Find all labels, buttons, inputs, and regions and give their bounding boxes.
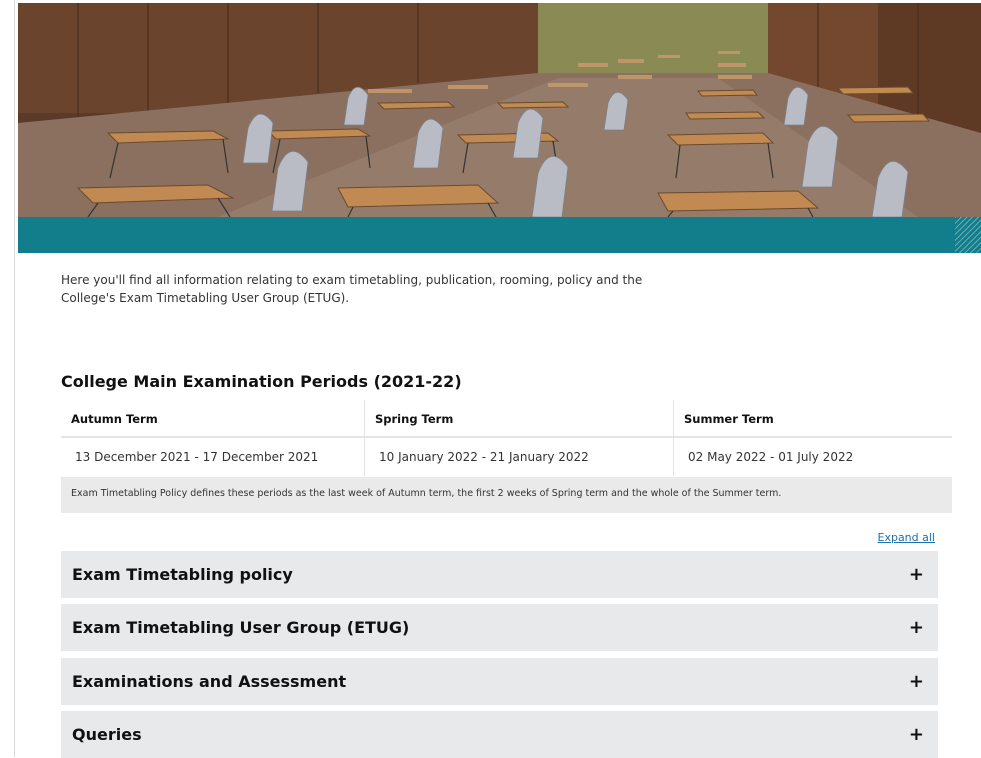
summer-dates: 02 May 2022 - 01 July 2022 [688, 450, 854, 464]
column-header-autumn: Autumn Term [61, 400, 365, 438]
exam-hall-illustration [18, 3, 981, 217]
spring-dates: 10 January 2022 - 21 January 2022 [364, 437, 674, 476]
column-header-summer: Summer Term [673, 400, 952, 438]
page-left-border [14, 0, 15, 757]
plus-icon[interactable]: + [909, 724, 924, 745]
plus-icon[interactable]: + [909, 671, 924, 692]
accordion-title: Examinations and Assessment [72, 672, 347, 691]
expand-all-link[interactable]: Expand all [878, 531, 936, 544]
accordion-exam-timetabling-policy[interactable]: Exam Timetabling policy + [61, 551, 938, 598]
policy-note: Exam Timetabling Policy defines these pe… [61, 477, 952, 513]
column-header-spring: Spring Term [364, 400, 674, 438]
plus-icon[interactable]: + [909, 617, 924, 638]
hatch-decoration [955, 217, 981, 253]
accordion-etug[interactable]: Exam Timetabling User Group (ETUG) + [61, 604, 938, 651]
plus-icon[interactable]: + [909, 564, 924, 585]
accordion-title: Exam Timetabling User Group (ETUG) [72, 618, 410, 637]
intro-line-1: Here you'll find all information relatin… [61, 273, 643, 287]
table-row: 13 December 2021 - 17 December 2021 10 J… [61, 437, 952, 476]
intro-paragraph: Here you'll find all information relatin… [61, 271, 661, 307]
exam-periods-title: College Main Examination Periods (2021-2… [61, 372, 462, 391]
accordion-title: Exam Timetabling policy [72, 565, 293, 584]
autumn-dates: 13 December 2021 - 17 December 2021 [61, 437, 365, 476]
accordion-examinations-and-assessment[interactable]: Examinations and Assessment + [61, 658, 938, 705]
hero-image [18, 3, 981, 217]
table-header-row: Autumn Term Spring Term Summer Term [61, 400, 952, 438]
accordion-queries[interactable]: Queries + [61, 711, 938, 758]
intro-line-2: College's Exam Timetabling User Group (E… [61, 291, 350, 305]
accordion-title: Queries [72, 725, 142, 744]
hero-accent-band [18, 217, 981, 253]
exam-periods-table: Autumn Term Spring Term Summer Term 13 D… [61, 400, 952, 476]
